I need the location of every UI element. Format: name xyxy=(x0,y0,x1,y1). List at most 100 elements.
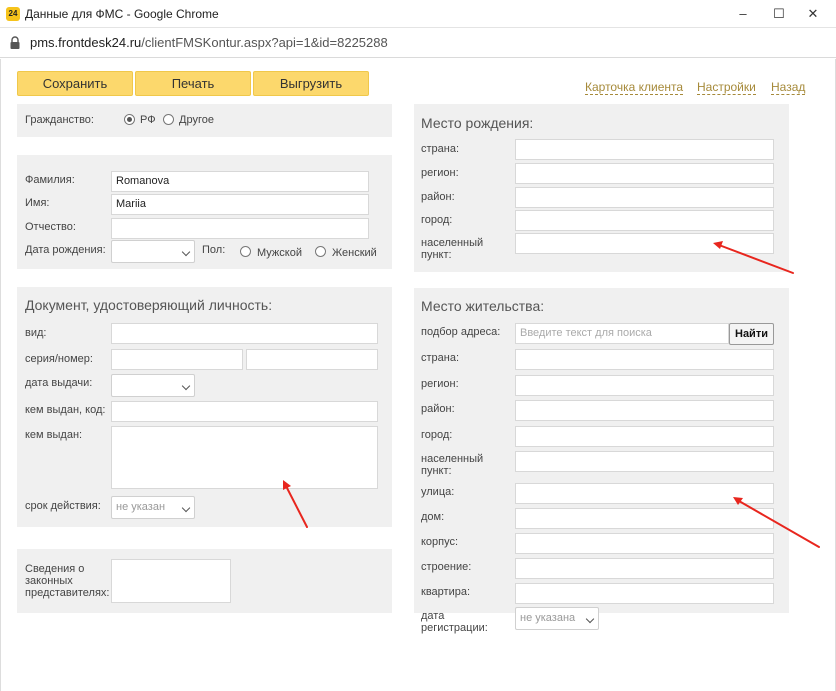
res-structure-input[interactable] xyxy=(515,558,774,579)
res-street-label: улица: xyxy=(421,486,455,498)
res-city-input[interactable] xyxy=(515,426,774,447)
res-region-label: регион: xyxy=(421,378,459,390)
find-button[interactable]: Найти xyxy=(729,323,774,345)
representatives-panel: Сведения о законных представителях: xyxy=(17,549,392,613)
settings-link[interactable]: Настройки xyxy=(697,81,756,95)
patronymic-input[interactable] xyxy=(111,218,369,239)
issue-date-select[interactable] xyxy=(111,374,195,397)
validity-select[interactable]: не указан xyxy=(111,496,195,519)
birth-city-input[interactable] xyxy=(515,210,774,231)
address-search-input[interactable]: Введите текст для поиска xyxy=(515,323,729,344)
name-input[interactable]: Mariia xyxy=(111,194,369,215)
gender-female-radio[interactable] xyxy=(315,246,326,257)
birth-district-input[interactable] xyxy=(515,187,774,208)
surname-input[interactable]: Romanova xyxy=(111,171,369,192)
res-city-label: город: xyxy=(421,429,453,441)
app-logo-icon: 24 xyxy=(6,7,20,21)
document-panel: Документ, удостоверяющий личность: вид: … xyxy=(17,287,392,527)
gender-male-label: Мужской xyxy=(257,247,302,259)
birth-region-input[interactable] xyxy=(515,163,774,184)
reg-date-select[interactable]: не указана xyxy=(515,607,599,630)
window-title: Данные для ФМС - Google Chrome xyxy=(25,7,219,21)
document-heading: Документ, удостоверяющий личность: xyxy=(25,297,273,313)
res-structure-label: строение: xyxy=(421,561,472,573)
issue-date-label: дата выдачи: xyxy=(25,377,93,389)
gender-male-radio[interactable] xyxy=(240,246,251,257)
birthdate-label: Дата рождения: xyxy=(25,244,106,256)
birth-district-label: район: xyxy=(421,191,455,203)
residence-panel: Место жительства: подбор адреса: Введите… xyxy=(414,288,789,613)
res-building-input[interactable] xyxy=(515,533,774,554)
url-host: pms.frontdesk24.ru xyxy=(30,35,142,50)
residence-heading: Место жительства: xyxy=(421,298,545,314)
reg-date-value: не указана xyxy=(520,612,576,624)
page-content: Сохранить Печать Выгрузить Карточка клие… xyxy=(0,59,836,691)
res-building-label: корпус: xyxy=(421,536,459,548)
close-window-button[interactable]: ✕ xyxy=(790,0,836,28)
window-titlebar: 24 Данные для ФМС - Google Chrome – ☐ ✕ xyxy=(0,0,836,28)
doc-series-input[interactable] xyxy=(111,349,243,370)
res-street-input[interactable] xyxy=(515,483,774,504)
doc-number-input[interactable] xyxy=(246,349,378,370)
res-locality-input[interactable] xyxy=(515,451,774,472)
chevron-down-icon xyxy=(585,614,595,624)
res-apartment-input[interactable] xyxy=(515,583,774,604)
patronymic-label: Отчество: xyxy=(25,221,76,233)
representatives-label-1: Сведения о xyxy=(25,563,85,575)
res-country-input[interactable] xyxy=(515,349,774,370)
back-link[interactable]: Назад xyxy=(771,81,806,95)
client-card-link[interactable]: Карточка клиента xyxy=(585,81,684,95)
lock-icon xyxy=(10,36,20,49)
res-locality-label-1: населенный xyxy=(421,453,484,465)
birth-locality-label-1: населенный xyxy=(421,237,484,249)
birth-locality-input[interactable] xyxy=(515,233,774,254)
doc-type-label: вид: xyxy=(25,327,47,339)
chevron-down-icon xyxy=(181,247,191,257)
birth-region-label: регион: xyxy=(421,167,459,179)
reg-date-label-2: регистрации: xyxy=(421,622,488,634)
citizenship-rf-label: РФ xyxy=(140,114,156,126)
validity-value: не указан xyxy=(116,501,166,513)
birthdate-select[interactable] xyxy=(111,240,195,263)
res-region-input[interactable] xyxy=(515,375,774,396)
res-district-label: район: xyxy=(421,403,455,415)
export-button[interactable]: Выгрузить xyxy=(253,71,369,96)
citizenship-panel: Гражданство: РФ Другое xyxy=(17,104,392,137)
validity-label: срок действия: xyxy=(25,500,101,512)
representatives-label-3: представителях: xyxy=(25,587,110,599)
chevron-down-icon xyxy=(181,503,191,513)
birthplace-panel: Место рождения: страна: регион: район: г… xyxy=(414,104,789,272)
gender-label: Пол: xyxy=(202,244,226,256)
res-locality-label-2: пункт: xyxy=(421,465,452,477)
person-panel: Фамилия: Romanova Имя: Mariia Отчество: … xyxy=(17,155,392,269)
doc-series-label: серия/номер: xyxy=(25,353,93,365)
citizenship-other-radio[interactable] xyxy=(163,114,174,125)
representatives-label-2: законных xyxy=(25,575,73,587)
birthplace-heading: Место рождения: xyxy=(421,115,534,131)
gender-female-label: Женский xyxy=(332,247,377,259)
url-text[interactable]: pms.frontdesk24.ru/clientFMSKontur.aspx?… xyxy=(30,35,388,50)
res-district-input[interactable] xyxy=(515,400,774,421)
birth-city-label: город: xyxy=(421,214,453,226)
res-country-label: страна: xyxy=(421,352,460,364)
res-apartment-label: квартира: xyxy=(421,586,471,598)
issued-by-code-input[interactable] xyxy=(111,401,378,422)
surname-label: Фамилия: xyxy=(25,174,75,186)
url-path: /clientFMSKontur.aspx?api=1&id=8225288 xyxy=(141,35,388,50)
res-house-input[interactable] xyxy=(515,508,774,529)
issued-by-label: кем выдан: xyxy=(25,429,83,441)
name-label: Имя: xyxy=(25,197,50,209)
citizenship-label: Гражданство: xyxy=(25,114,94,126)
res-house-label: дом: xyxy=(421,511,445,523)
representatives-input[interactable] xyxy=(111,559,231,603)
issued-by-code-label: кем выдан, код: xyxy=(25,404,106,416)
birth-country-input[interactable] xyxy=(515,139,774,160)
address-bar[interactable]: pms.frontdesk24.ru/clientFMSKontur.aspx?… xyxy=(0,28,836,58)
address-search-label: подбор адреса: xyxy=(421,326,501,338)
citizenship-rf-radio[interactable] xyxy=(124,114,135,125)
reg-date-label-1: дата xyxy=(421,610,445,622)
save-button[interactable]: Сохранить xyxy=(17,71,133,96)
print-button[interactable]: Печать xyxy=(135,71,251,96)
doc-type-input[interactable] xyxy=(111,323,378,344)
issued-by-textarea[interactable] xyxy=(111,426,378,489)
